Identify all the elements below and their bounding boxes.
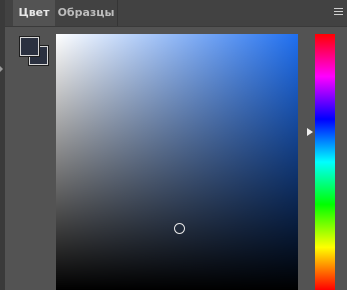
foreground-color-swatch[interactable]: [20, 37, 39, 56]
tab-swatches[interactable]: Образцы: [55, 0, 118, 26]
panel-tab-bar: Цвет Образцы: [5, 0, 347, 27]
panel-menu-icon[interactable]: [334, 8, 343, 16]
color-field[interactable]: [56, 34, 298, 290]
tab-color[interactable]: Цвет: [13, 0, 55, 26]
collapse-arrow-icon[interactable]: [0, 66, 3, 72]
left-dock-strip: [0, 0, 5, 290]
hue-marker-icon[interactable]: [307, 128, 313, 136]
color-field-cursor-icon[interactable]: [174, 223, 185, 234]
hue-slider[interactable]: [315, 34, 335, 290]
